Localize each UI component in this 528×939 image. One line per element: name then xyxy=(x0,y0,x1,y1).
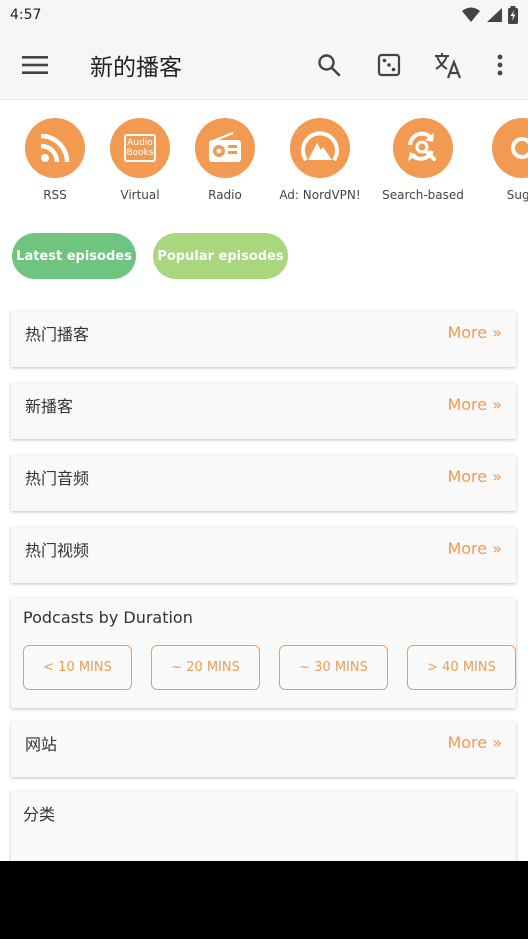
audiobook-icon: Audio Books xyxy=(110,118,170,178)
status-bar: 4:57 xyxy=(0,0,528,30)
category-suggestions[interactable]: Sugg xyxy=(477,110,528,202)
search-icon[interactable] xyxy=(314,30,344,100)
section-card-websites: 网站 More » xyxy=(11,721,516,777)
category-radio[interactable]: Radio xyxy=(180,110,270,202)
section-title: 新播客 xyxy=(25,397,74,416)
category-label: RSS xyxy=(43,188,67,202)
category-label: Radio xyxy=(208,188,242,202)
more-link[interactable]: More » xyxy=(447,539,502,558)
search-refresh-icon xyxy=(393,118,453,178)
section-title: 分类 xyxy=(23,805,56,824)
duration-card: Podcasts by Duration < 10 MINS ~ 20 MINS… xyxy=(11,598,516,708)
section-card-categories: 分类 xyxy=(11,791,516,871)
status-icons xyxy=(462,6,518,24)
signal-icon xyxy=(487,8,502,22)
more-link[interactable]: More » xyxy=(447,395,502,414)
section-card-new-podcasts: 新播客 More » xyxy=(11,383,516,439)
latest-episodes-button[interactable]: Latest episodes xyxy=(12,233,136,279)
category-label: Sugg xyxy=(506,188,528,202)
nordvpn-icon xyxy=(290,118,350,178)
category-virtual[interactable]: Audio Books Virtual xyxy=(95,110,185,202)
category-label: Ad: NordVPN! xyxy=(279,188,361,202)
duration-10-button[interactable]: < 10 MINS xyxy=(23,645,132,690)
section-title: 热门视频 xyxy=(25,541,90,560)
section-title: 热门音频 xyxy=(25,469,90,488)
more-link[interactable]: More » xyxy=(447,323,502,342)
category-label: Virtual xyxy=(120,188,160,202)
section-title: 热门播客 xyxy=(25,325,90,344)
category-nordvpn-ad[interactable]: Ad: NordVPN! xyxy=(275,110,365,202)
translate-icon[interactable] xyxy=(432,30,464,100)
category-search-based[interactable]: Search-based xyxy=(378,110,468,202)
random-dice-icon[interactable] xyxy=(374,30,404,100)
rss-icon xyxy=(25,118,85,178)
menu-icon[interactable] xyxy=(20,30,50,100)
duration-40-button[interactable]: > 40 MINS xyxy=(407,645,516,690)
suggest-icon xyxy=(492,118,528,178)
duration-20-button[interactable]: ~ 20 MINS xyxy=(151,645,260,690)
navigation-bar-area xyxy=(0,861,528,939)
duration-30-button[interactable]: ~ 30 MINS xyxy=(279,645,388,690)
more-link[interactable]: More » xyxy=(447,467,502,486)
duration-title: Podcasts by Duration xyxy=(23,608,193,627)
page-title: 新的播客 xyxy=(90,55,182,81)
app-bar: 新的播客 xyxy=(0,30,528,100)
section-title: 网站 xyxy=(25,735,58,754)
section-card-top-video: 热门视频 More » xyxy=(11,527,516,583)
section-card-top-audio: 热门音频 More » xyxy=(11,455,516,511)
wifi-icon xyxy=(462,7,480,22)
category-row: RSS Audio Books Virtual Radio Ad: NordVP… xyxy=(0,110,528,210)
section-card-top-podcasts: 热门播客 More » xyxy=(11,311,516,367)
popular-episodes-button[interactable]: Popular episodes xyxy=(153,233,288,279)
radio-icon xyxy=(195,118,255,178)
category-rss[interactable]: RSS xyxy=(10,110,100,202)
more-link[interactable]: More » xyxy=(447,733,502,752)
battery-icon xyxy=(508,6,518,24)
category-label: Search-based xyxy=(382,188,464,202)
more-options-icon[interactable] xyxy=(490,30,510,100)
status-time: 4:57 xyxy=(10,7,42,23)
